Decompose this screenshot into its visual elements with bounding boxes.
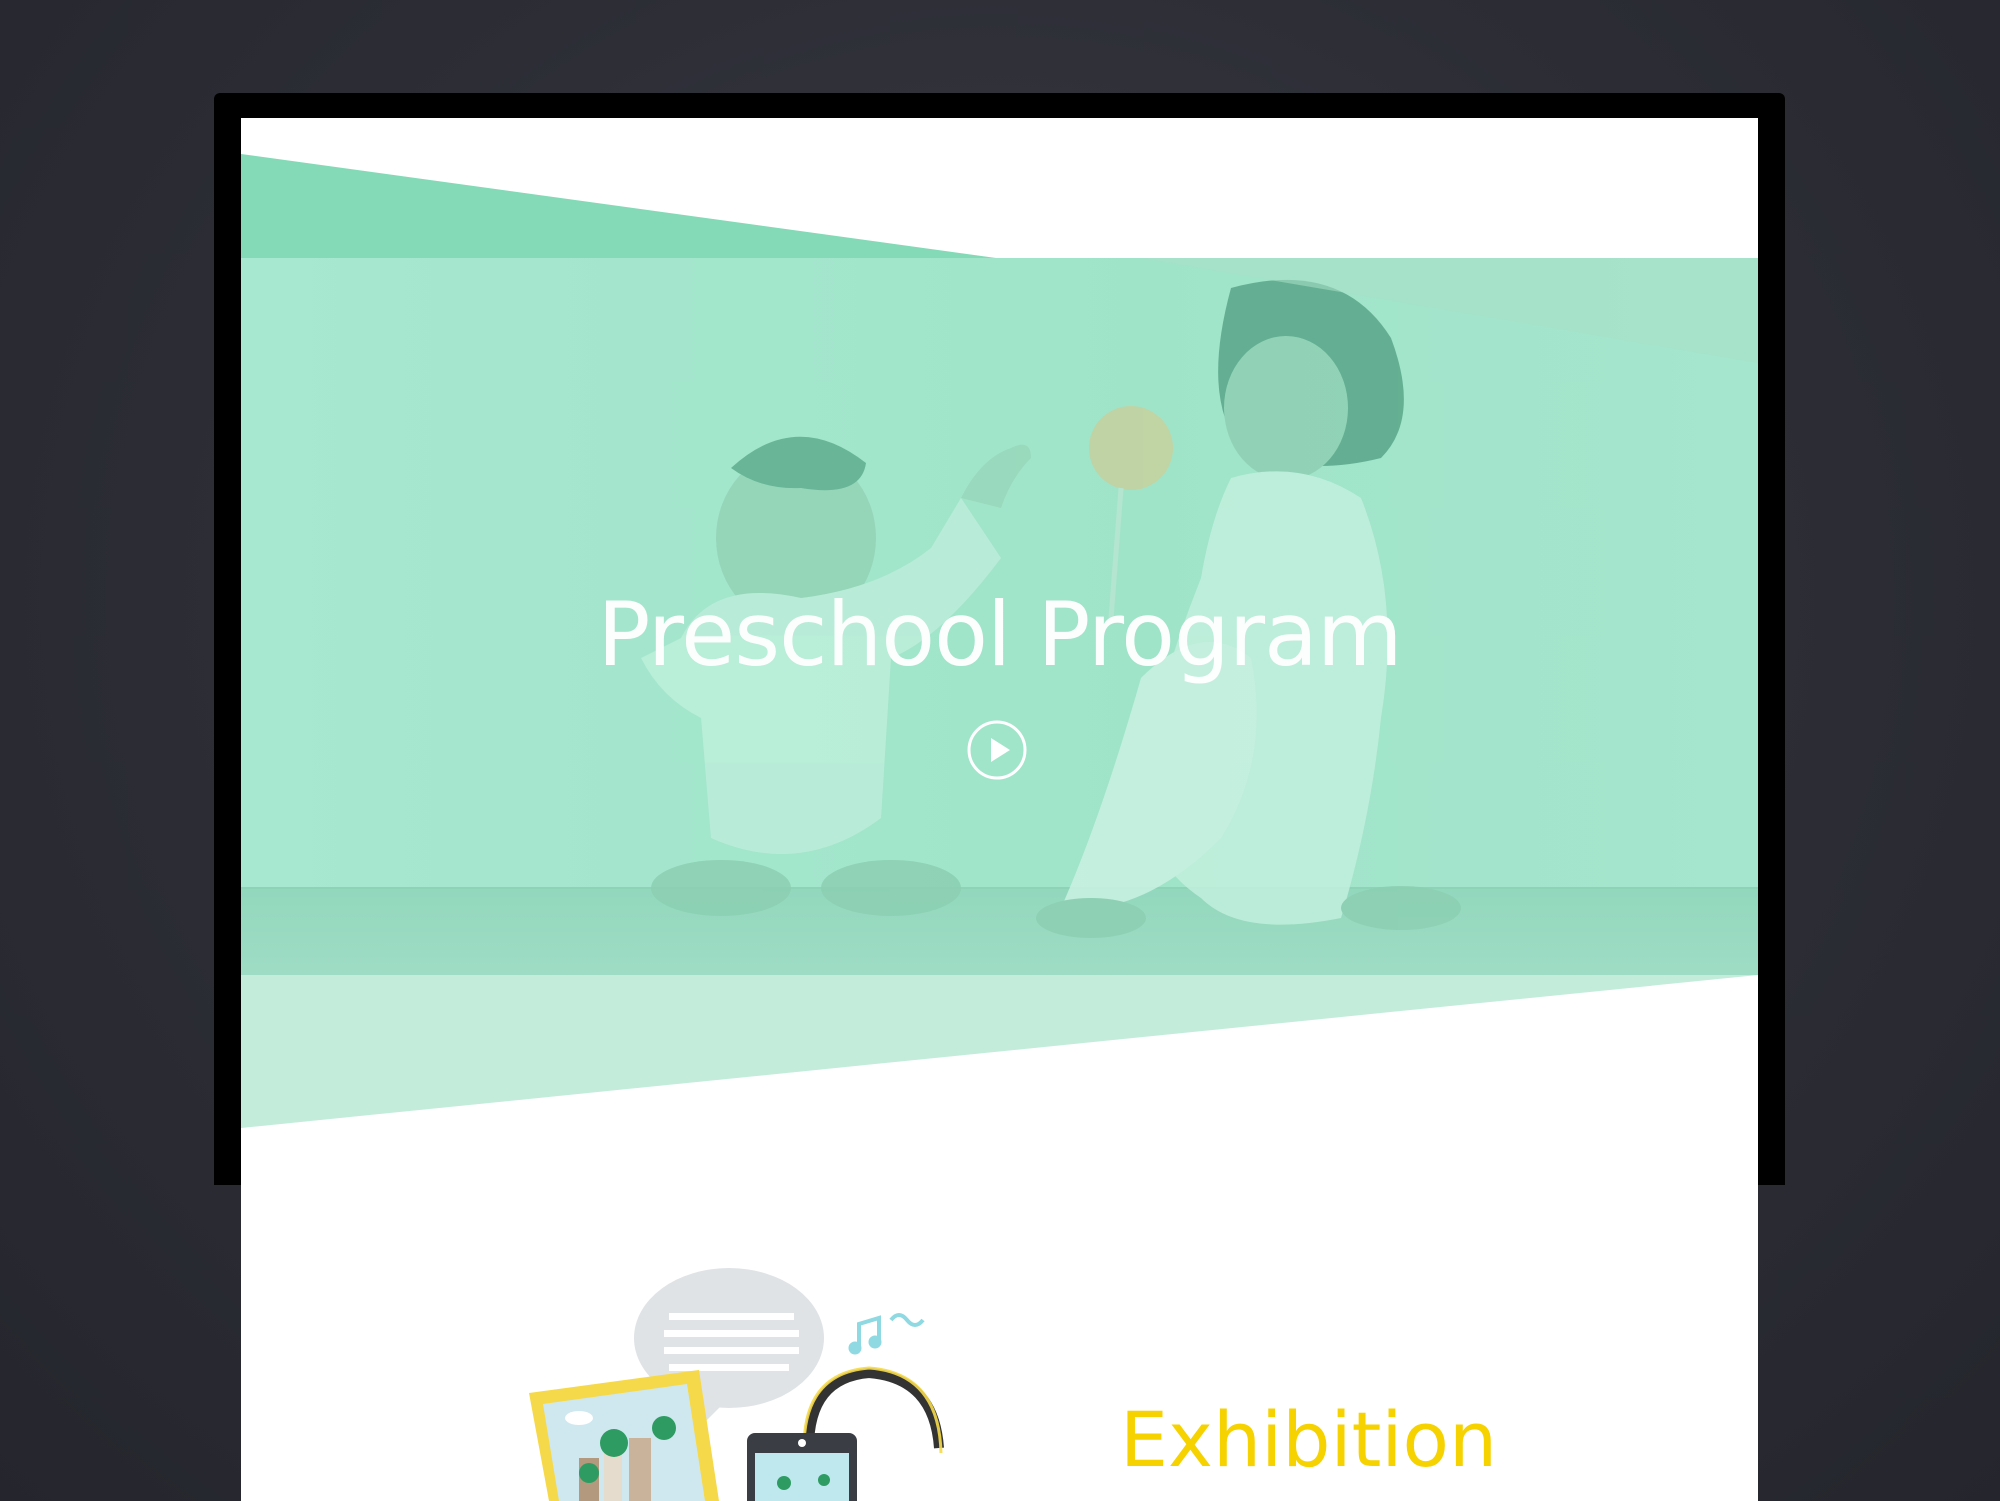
play-circle-icon [967,720,1027,780]
hero-floor [241,888,1758,975]
hero-title: Preschool Program [597,583,1402,686]
web-page: Preschool Program Exhibition [241,118,1758,1501]
tablet-icon [747,1433,857,1501]
section-title: Exhibition [1120,1395,1498,1484]
play-button[interactable] [966,719,1028,781]
exhibition-illustration [529,1268,944,1501]
music-notes-icon [848,1313,925,1355]
photo-frame-icon [529,1370,719,1501]
bottom-accent-band [241,975,1758,1128]
